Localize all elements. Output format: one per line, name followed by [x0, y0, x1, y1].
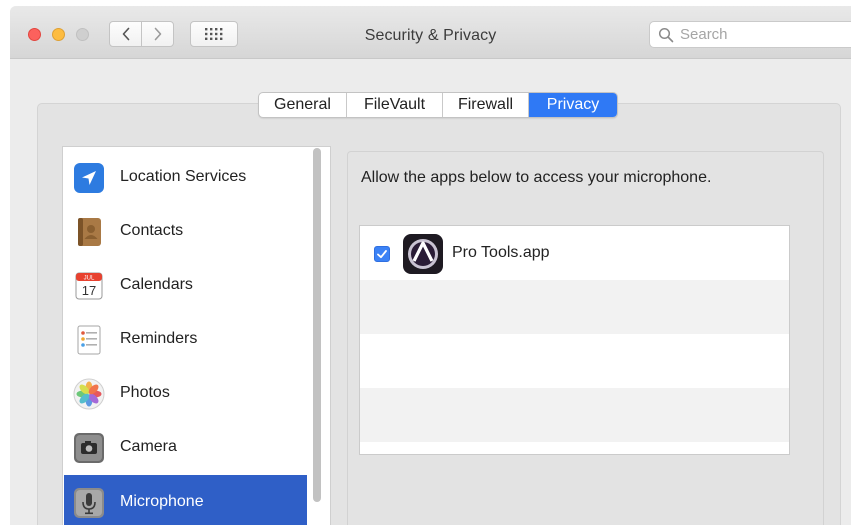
title-bar: Security & Privacy: [10, 6, 851, 59]
contacts-book-icon: [78, 218, 101, 246]
sidebar-item-label: Location Services: [120, 168, 247, 185]
list-item[interactable]: Pro Tools.app: [360, 226, 789, 280]
microphone-icon: [74, 488, 104, 518]
checkmark-icon: [377, 250, 387, 259]
tab-firewall[interactable]: Firewall: [443, 93, 529, 117]
sidebar-item-label: Contacts: [120, 222, 184, 239]
tab-bar: General FileVault Firewall Privacy: [258, 92, 618, 118]
search-icon: [658, 27, 674, 42]
sidebar-scrollbar[interactable]: [313, 148, 321, 502]
sidebar-item-photos[interactable]: Photos: [64, 367, 307, 421]
sidebar-item-label: Calendars: [120, 276, 193, 293]
reminders-list-icon: [77, 325, 101, 355]
calendar-day-text: 17: [82, 283, 96, 298]
sidebar-item-camera[interactable]: Camera: [64, 421, 307, 475]
sidebar-item-microphone[interactable]: Microphone: [64, 475, 307, 525]
privacy-category-list: Location Services Contacts JUL 17 Calend…: [62, 146, 331, 525]
app-access-checkbox[interactable]: [374, 246, 390, 262]
sidebar-item-label: Camera: [120, 438, 177, 455]
sidebar-item-reminders[interactable]: Reminders: [64, 313, 307, 367]
sidebar-item-label: Microphone: [120, 493, 204, 510]
location-arrow-icon: [74, 163, 104, 193]
access-prompt-text: Allow the apps below to access your micr…: [361, 169, 712, 186]
sidebar-item-calendars[interactable]: JUL 17 Calendars: [64, 259, 307, 313]
tab-general[interactable]: General: [259, 93, 347, 117]
pro-tools-app-icon: [403, 234, 443, 274]
sidebar-item-label: Reminders: [120, 330, 198, 347]
photos-flower-icon: [73, 378, 105, 410]
empty-list-row: [360, 280, 789, 334]
calendar-icon: JUL 17: [75, 272, 103, 300]
empty-list-row: [360, 388, 789, 442]
search-field[interactable]: [649, 21, 851, 48]
system-preferences-window: Security & Privacy General FileVault Fir…: [10, 6, 851, 525]
calendar-month-text: JUL: [84, 276, 95, 282]
sidebar-item-contacts[interactable]: Contacts: [64, 205, 307, 259]
microphone-app-list: Pro Tools.app: [359, 225, 790, 455]
tab-filevault[interactable]: FileVault: [347, 93, 443, 117]
tab-privacy[interactable]: Privacy: [529, 93, 617, 117]
sidebar-item-location-services[interactable]: Location Services: [64, 151, 307, 205]
empty-list-row: [360, 334, 789, 388]
camera-icon: [74, 433, 104, 463]
search-input[interactable]: [680, 26, 830, 43]
app-name: Pro Tools.app: [452, 244, 550, 261]
sidebar-item-label: Photos: [120, 384, 170, 401]
